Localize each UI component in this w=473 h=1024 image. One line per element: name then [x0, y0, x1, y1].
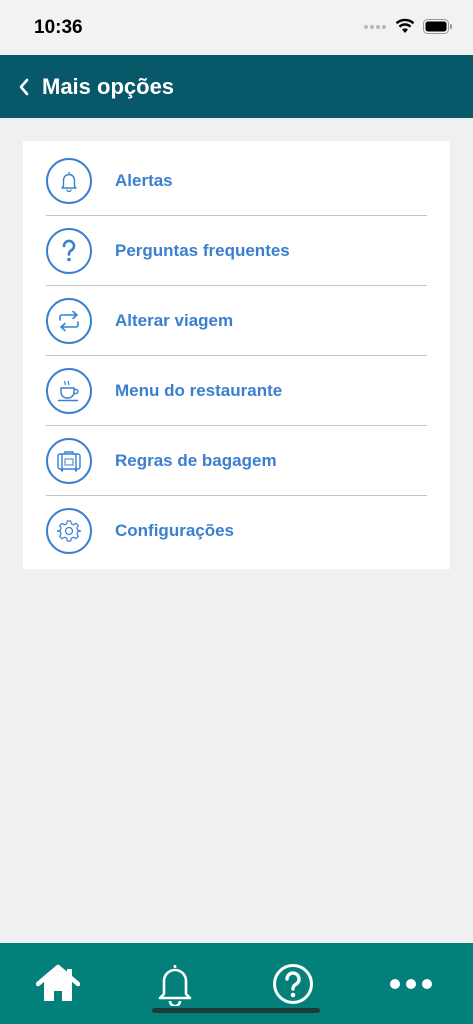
status-bar: 10:36 [0, 0, 473, 55]
menu-item-label: Configurações [115, 521, 235, 540]
battery-icon [423, 18, 452, 34]
signal-icon [364, 25, 386, 29]
menu-item-label: Menu do restaurante [115, 381, 283, 400]
tab-alerts[interactable] [152, 961, 198, 1007]
menu-item-label: Regras de bagagem [115, 451, 277, 470]
luggage-icon [46, 438, 92, 484]
home-indicator [152, 1008, 320, 1013]
bell-icon [46, 158, 92, 204]
gear-icon [46, 508, 92, 554]
wifi-icon [395, 18, 415, 33]
menu-item-alterar-viagem[interactable]: Alterar viagem [46, 286, 427, 356]
status-icons [363, 18, 453, 34]
menu-item-perguntas-frequentes[interactable]: Perguntas frequentes [46, 216, 427, 286]
menu-item-label: Perguntas frequentes [115, 241, 290, 260]
bell-icon [158, 965, 192, 1006]
menu-item-regras-de-bagagem[interactable]: Regras de bagagem [46, 426, 427, 496]
home-icon [36, 964, 80, 1001]
tab-help[interactable] [270, 961, 316, 1007]
swap-arrows-icon [46, 298, 92, 344]
coffee-cup-icon [46, 368, 92, 414]
menu-item-label: Alterar viagem [115, 311, 234, 330]
page-title: Mais opções [42, 73, 175, 99]
menu-item-configuracoes[interactable]: Configurações [46, 496, 427, 566]
tab-home[interactable] [35, 961, 81, 1007]
tab-more[interactable] [388, 961, 434, 1007]
header: Mais opções [0, 55, 473, 118]
more-icon [390, 979, 432, 989]
status-time: 10:36 [34, 17, 83, 38]
menu-item-label: Alertas [115, 171, 173, 190]
menu-item-menu-do-restaurante[interactable]: Menu do restaurante [46, 356, 427, 426]
question-icon [273, 964, 313, 1004]
back-button[interactable]: Mais opções [18, 55, 174, 118]
options-card: Alertas Perguntas frequentes Alterar via… [23, 141, 450, 569]
menu-item-alertas[interactable]: Alertas [46, 146, 427, 216]
chevron-left-icon [19, 78, 29, 95]
question-icon [46, 228, 92, 274]
